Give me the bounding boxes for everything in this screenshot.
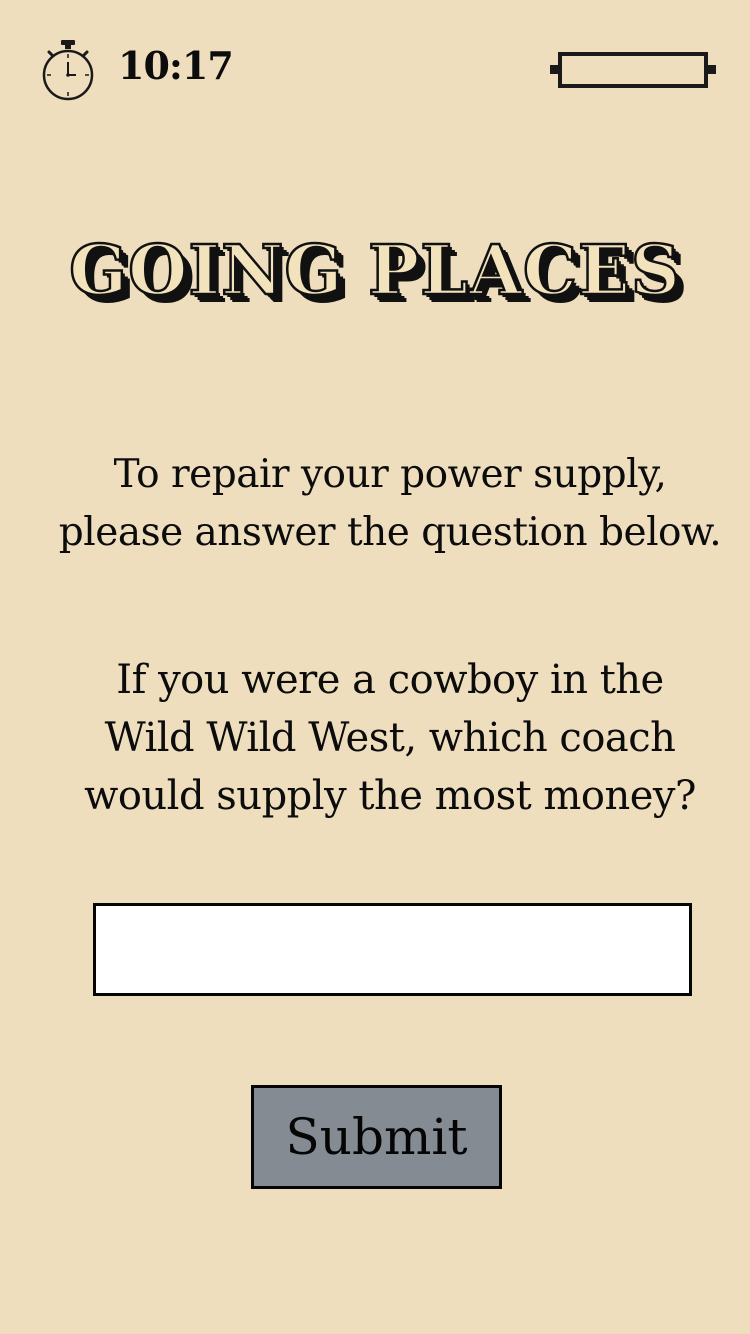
question-line-3: would supply the most money? — [84, 773, 696, 819]
submit-button[interactable]: Submit — [251, 1085, 502, 1189]
question-line-2: Wild Wild West, which coach — [104, 715, 676, 761]
status-time: 10:17 — [118, 43, 234, 88]
question-line-1: If you were a cowboy in the — [116, 657, 664, 703]
stopwatch-icon — [42, 40, 94, 101]
instruction-line-2: please answer the question below. — [58, 510, 722, 555]
answer-input[interactable] — [93, 903, 692, 996]
battery-empty-icon — [550, 52, 716, 88]
status-bar: 10:17 — [0, 0, 750, 130]
instruction-line-1: To repair your power supply, — [113, 452, 667, 497]
instruction-text: To repair your power supply, please answ… — [40, 446, 740, 562]
question-text: If you were a cowboy in the Wild Wild We… — [60, 651, 720, 825]
page-title: GOING PLACES — [68, 230, 681, 313]
